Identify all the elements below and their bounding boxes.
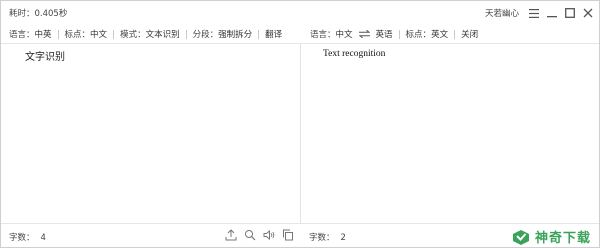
translate-button[interactable]: 翻译 bbox=[265, 28, 282, 40]
target-options: 语言： 中文 英语 标点： 英文 关闭 bbox=[310, 28, 478, 40]
segment-label: 分段： bbox=[192, 30, 219, 40]
mode-select[interactable]: 文本识别 bbox=[146, 28, 180, 40]
divider bbox=[1, 223, 599, 224]
language-label: 语言： bbox=[310, 30, 336, 40]
divider bbox=[258, 29, 260, 39]
minimize-icon[interactable] bbox=[546, 8, 557, 19]
watermark-logo-icon bbox=[511, 228, 531, 246]
source-toolbar bbox=[225, 229, 294, 241]
brand-label: 天若幽心 bbox=[484, 9, 519, 19]
copy-icon[interactable] bbox=[282, 229, 294, 241]
char-count-label: 字数： bbox=[309, 233, 335, 243]
swap-arrows-icon[interactable] bbox=[358, 30, 370, 38]
search-icon[interactable] bbox=[244, 229, 256, 241]
divider bbox=[185, 29, 187, 39]
source-text: 文字识别 bbox=[25, 52, 65, 63]
char-count-label: 字数： bbox=[9, 233, 35, 243]
punct-label: 标点： bbox=[405, 30, 432, 40]
char-count: 字数： 2 bbox=[309, 231, 346, 243]
close-button[interactable]: 关闭 bbox=[461, 28, 478, 40]
watermark: 神奇下载 bbox=[511, 227, 591, 246]
source-language-select[interactable]: 中文 bbox=[336, 28, 353, 40]
source-options: 语言： 中英 标点： 中文 模式： 文本识别 分段： 强制拆分 翻译 bbox=[9, 28, 282, 40]
language-select[interactable]: 中英 bbox=[35, 28, 52, 40]
char-count: 字数： 4 bbox=[9, 231, 46, 243]
punct-select[interactable]: 中文 bbox=[90, 28, 107, 40]
mode-label: 模式： bbox=[120, 30, 146, 40]
elapsed-time: 耗时：0.405秒 bbox=[9, 9, 68, 19]
punct-label: 标点： bbox=[64, 30, 91, 40]
title-bar: 耗时：0.405秒 天若幽心 bbox=[1, 1, 599, 23]
char-count-value: 4 bbox=[40, 233, 46, 243]
segment-select[interactable]: 强制拆分 bbox=[218, 28, 252, 40]
source-footer: 字数： 4 bbox=[1, 225, 300, 247]
divider bbox=[454, 29, 456, 39]
translation-text-area[interactable]: Text recognition bbox=[301, 44, 599, 223]
divider bbox=[57, 29, 59, 39]
window-controls: 天若幽心 bbox=[485, 5, 593, 21]
target-language-select[interactable]: 英语 bbox=[376, 28, 393, 40]
upload-icon[interactable] bbox=[225, 229, 237, 241]
speaker-icon[interactable] bbox=[263, 229, 275, 241]
close-icon[interactable] bbox=[582, 8, 593, 19]
watermark-text: 神奇下载 bbox=[534, 231, 591, 246]
char-count-value: 2 bbox=[340, 233, 346, 243]
punct-select[interactable]: 英文 bbox=[431, 28, 448, 40]
translation-text: Text recognition bbox=[323, 49, 386, 59]
divider bbox=[398, 29, 400, 39]
source-text-area[interactable]: 文字识别 bbox=[1, 44, 300, 223]
maximize-icon[interactable] bbox=[564, 8, 575, 19]
divider bbox=[113, 29, 115, 39]
app-window: 耗时：0.405秒 天若幽心 语言： 中英 标点： 中文 模式： 文本识别 分段… bbox=[0, 0, 600, 248]
menu-icon[interactable] bbox=[528, 8, 539, 19]
option-bar: 语言： 中英 标点： 中文 模式： 文本识别 分段： 强制拆分 翻译 语言： 中… bbox=[1, 25, 599, 43]
language-label: 语言： bbox=[9, 30, 35, 40]
